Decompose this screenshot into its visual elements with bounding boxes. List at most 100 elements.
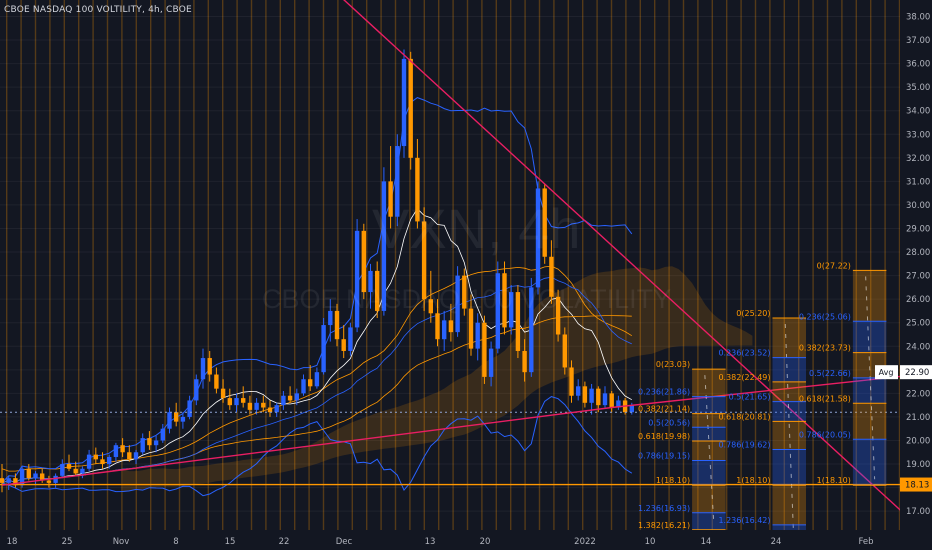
y-tick-label: 25.00: [906, 319, 930, 329]
fib-zone: [692, 485, 726, 513]
x-tick-label: 25: [62, 537, 73, 547]
y-tick-label: 34.00: [906, 107, 930, 117]
candle: [187, 400, 192, 417]
stripe: [294, 0, 296, 530]
candle: [120, 445, 125, 453]
candle: [241, 398, 246, 403]
x-tick-label: 24: [771, 537, 782, 547]
candle: [308, 379, 313, 387]
price-label-name: Avg: [879, 368, 894, 377]
candle: [214, 374, 219, 389]
fib-zone: [852, 377, 887, 404]
candle: [442, 320, 447, 340]
price-chart[interactable]: 0(23.03) 0.236(21.86) 0.382(21.14) 0.5(20.5…: [0, 0, 932, 550]
price-label: 18.13: [905, 481, 929, 491]
stripe: [582, 0, 584, 530]
candle: [522, 350, 527, 373]
y-tick-label: 21.00: [906, 413, 930, 423]
candle: [287, 395, 293, 401]
x-tick-label: Feb: [858, 537, 873, 547]
candle: [569, 367, 574, 396]
fib-level-label: 0.786(20.05): [799, 430, 851, 439]
stripe: [92, 0, 94, 530]
candle: [254, 402, 259, 410]
fib-level-label: 0.786(19.15): [638, 452, 690, 461]
stripe: [625, 0, 627, 530]
candle: [113, 445, 119, 457]
candle: [147, 438, 152, 446]
x-tick-label: Nov: [113, 537, 130, 547]
vertical-stripes: [6, 0, 901, 530]
candle: [602, 393, 608, 406]
stripe: [668, 0, 670, 530]
candle: [408, 58, 413, 158]
y-tick-label: 35.00: [906, 83, 930, 93]
fib-level-label: 1.236(16.93): [638, 504, 690, 513]
fib-level-label: 0.382(21.14): [638, 405, 690, 414]
y-tick-label: 22.00: [906, 389, 930, 399]
candle: [46, 480, 52, 483]
stripe: [236, 0, 238, 530]
candle: [435, 313, 440, 340]
candle: [341, 339, 346, 351]
candle: [348, 327, 353, 351]
fib-block: 0(23.03) 0.236(21.86) 0.382(21.14) 0.5(20.5…: [638, 360, 726, 530]
candle: [562, 334, 567, 368]
y-tick-label: 33.00: [906, 130, 930, 140]
fib-level-label: 1(18.10): [656, 476, 690, 485]
candle: [6, 478, 11, 483]
x-tick-label: 18: [7, 537, 18, 547]
stripe: [265, 0, 267, 530]
candle: [53, 475, 58, 483]
candle: [207, 358, 212, 375]
fib-level-label: 0.382(22.49): [718, 373, 770, 382]
candle: [60, 464, 65, 476]
fib-level-label: 1.382(16.21): [638, 521, 690, 530]
candle: [301, 379, 306, 394]
stripe: [452, 0, 454, 530]
candle: [334, 310, 340, 340]
stripe: [898, 0, 901, 530]
stripe: [250, 0, 253, 530]
fib-level-label: 0.786(19.62): [718, 440, 770, 449]
chart-title: CBOE NASDAQ 100 VOLTILITY, 4h, CBOE: [4, 5, 192, 15]
y-tick-label: 19.00: [906, 460, 930, 470]
y-tick-label: 32.00: [906, 154, 930, 164]
fib-level-label: 1.236(16.42): [718, 516, 770, 525]
candle: [294, 393, 299, 401]
fib-level-label: 1(18.10): [736, 476, 770, 485]
candle: [314, 372, 320, 387]
stripe: [769, 0, 771, 530]
symbol-watermark: VXN, 4h: [372, 197, 581, 260]
x-tick-label: 22: [279, 537, 290, 547]
stripe: [596, 0, 598, 530]
y-tick-label: 29.00: [906, 224, 930, 234]
candle: [26, 468, 31, 479]
x-tick-label: 14: [701, 537, 712, 547]
stripe: [654, 0, 656, 530]
candle: [86, 454, 92, 469]
y-tick-label: 28.00: [906, 248, 930, 258]
candle: [80, 468, 85, 474]
candle: [93, 454, 98, 460]
stripe: [740, 0, 742, 530]
x-tick-label: 8: [173, 537, 178, 547]
candle: [133, 452, 139, 460]
fib-zone: [852, 270, 887, 322]
candle: [200, 358, 206, 380]
candle: [220, 388, 226, 399]
candle: [261, 402, 266, 408]
candle: [180, 416, 186, 422]
candle: [576, 386, 581, 396]
fib-level-label: 0.5(20.56): [648, 418, 690, 427]
fib-level-label: 0.5(21.65): [729, 393, 771, 402]
candle: [194, 379, 199, 401]
fib-level-label: 1(18.10): [817, 476, 851, 485]
candle: [127, 452, 132, 460]
stripe: [49, 0, 51, 530]
y-tick-label: 31.00: [906, 177, 930, 187]
candle: [0, 478, 5, 483]
x-tick-label: Dec: [336, 537, 353, 547]
stripe: [726, 0, 728, 530]
stripe: [6, 0, 8, 530]
